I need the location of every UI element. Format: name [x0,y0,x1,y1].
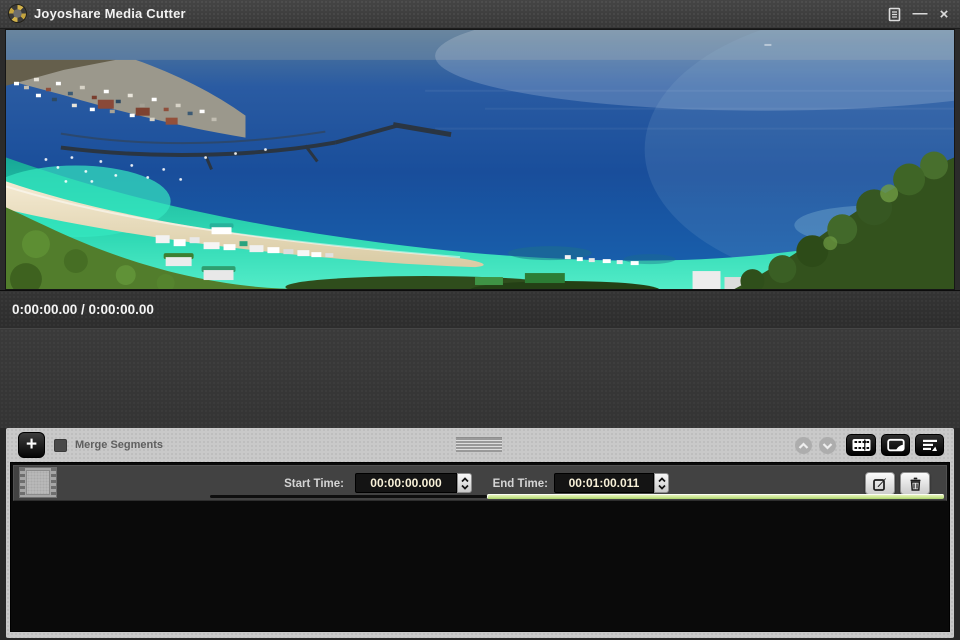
move-down-button[interactable] [819,437,836,454]
merge-segments-label: Merge Segments [75,428,163,462]
time-display: 0:00:00.00 / 0:00:00.00 [12,291,154,329]
segment-start-time-stepper[interactable] [457,473,472,493]
title-bar: Joyoshare Media Cutter — × [0,0,960,29]
segment-row[interactable]: Start Time: End Time: [13,465,947,501]
edit-segment-button[interactable] [865,472,895,495]
video-cutter-button[interactable] [846,434,876,456]
segment-end-time-stepper[interactable] [654,473,669,493]
segment-thumbnail [19,467,57,498]
convert-button[interactable] [881,434,910,456]
coastal-scene [6,30,954,289]
video-preview [5,29,955,290]
segment-bar-green [487,494,944,499]
panel-resize-grip[interactable] [456,437,502,452]
minimize-button[interactable]: — [910,5,930,23]
add-segment-button[interactable]: + [18,432,45,458]
segment-mini-timeline [210,494,944,499]
app-logo-icon [8,4,27,23]
chevron-up-icon [798,442,809,450]
app-window: Joyoshare Media Cutter — × [0,0,960,640]
merge-segments-checkbox[interactable] [54,439,67,452]
window-title: Joyoshare Media Cutter [34,0,186,28]
segment-thumbnail-frame [26,470,50,495]
segment-end-time-input[interactable] [554,473,654,493]
segment-bar-dark [210,495,487,498]
chevron-down-icon [822,442,833,450]
filmstrip-icon [852,438,871,452]
edit-icon [873,477,887,491]
close-button[interactable]: × [934,5,954,23]
segment-start-time-input[interactable] [355,473,457,493]
segments-toolbar: + Merge Segments [6,428,954,462]
segments-section: + Merge Segments Start Time: End Time: [0,428,960,640]
segments-panel: + Merge Segments Start Time: End Time: [6,428,954,638]
move-up-button[interactable] [795,437,812,454]
screen-page-icon [887,438,905,452]
delete-segment-button[interactable] [900,472,930,495]
segment-list-button[interactable] [915,434,944,456]
trim-work-area: [ ] Start Time: End Time: Format Open St… [0,328,960,428]
player-bar: 0:00:00.00 / 0:00:00.00 [0,290,960,328]
menu-icon[interactable] [884,5,904,23]
list-edit-icon [922,438,938,452]
segments-list: Start Time: End Time: [10,462,950,632]
trash-icon [909,477,922,491]
